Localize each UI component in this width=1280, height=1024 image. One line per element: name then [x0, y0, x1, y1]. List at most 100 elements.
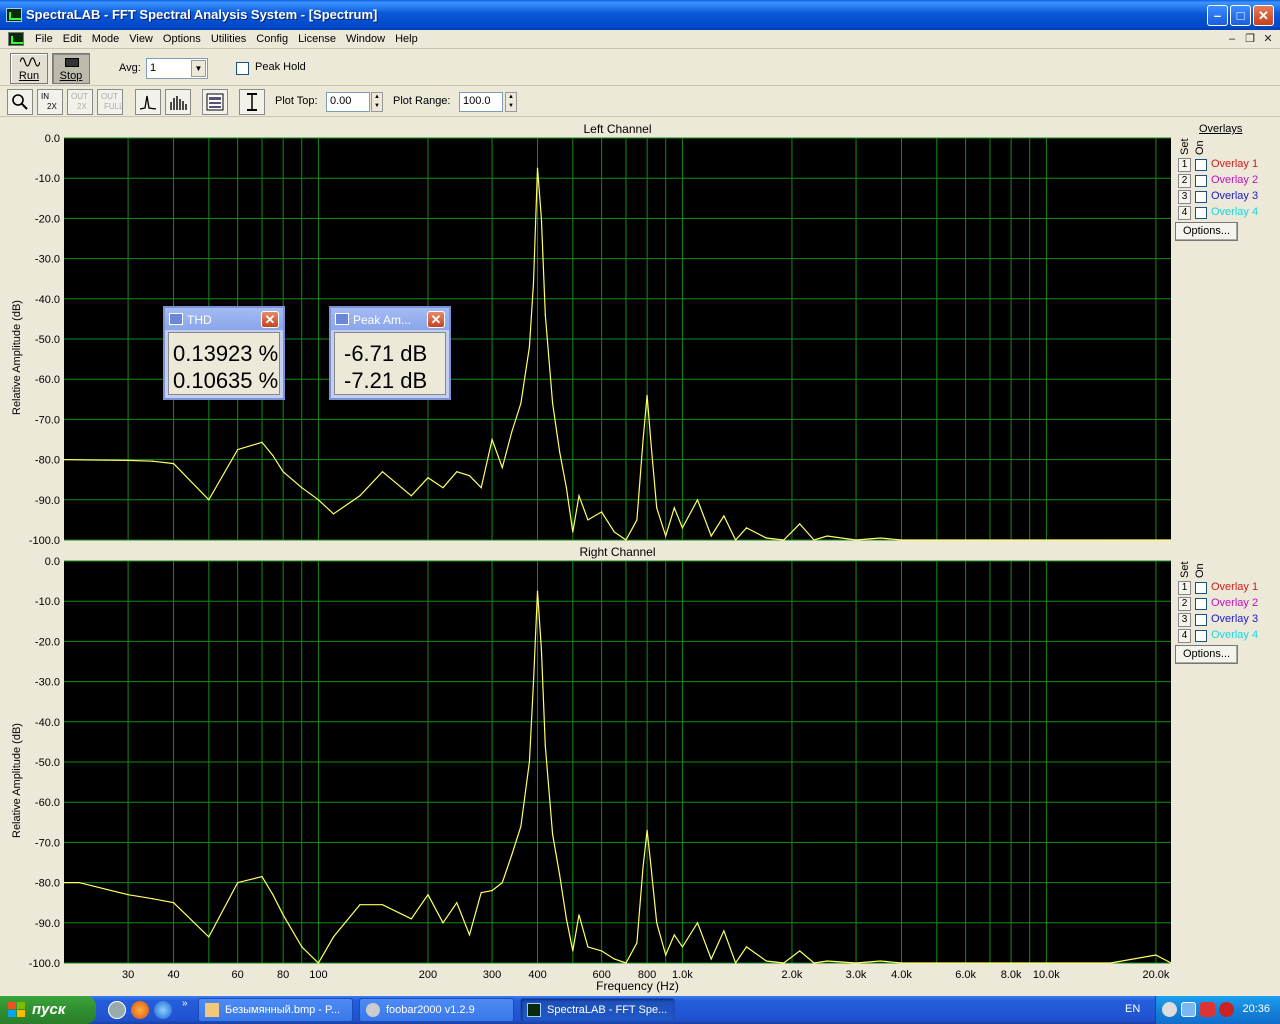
menu-options[interactable]: Options	[158, 32, 206, 47]
zoom-out-factor: 2X	[77, 102, 87, 111]
overlay-set-button[interactable]: 1	[1178, 581, 1191, 595]
menu-window[interactable]: Window	[341, 32, 390, 47]
task-foobar[interactable]: foobar2000 v1.2.9	[359, 998, 514, 1022]
overlay-on-checkbox[interactable]	[1195, 159, 1207, 171]
overlay-set-button[interactable]: 2	[1178, 174, 1191, 188]
overlay-on-checkbox[interactable]	[1195, 614, 1207, 626]
spectrum-point	[63, 459, 65, 461]
spectrum-point	[468, 934, 471, 936]
spectrum-point	[696, 922, 699, 924]
doc-minimize-button[interactable]: –	[1224, 32, 1240, 46]
zoom-out-full-button[interactable]: OUT FULL	[97, 89, 124, 115]
minimize-button[interactable]: –	[1207, 5, 1228, 26]
plot-title: Right Channel	[579, 545, 655, 559]
sine-wave-icon	[20, 57, 40, 67]
peak-hold-checkbox[interactable]	[236, 62, 249, 75]
y-tick-label: -100.0	[29, 535, 60, 547]
close-icon[interactable]: ✕	[261, 311, 279, 328]
spectrum-point	[696, 499, 699, 501]
tray-security-icon[interactable]	[1219, 1002, 1234, 1017]
run-button[interactable]: Run	[10, 53, 48, 84]
peak-titlebar[interactable]: Peak Am... ✕	[331, 308, 449, 330]
language-indicator[interactable]: EN	[1125, 1003, 1140, 1015]
close-icon[interactable]: ✕	[427, 311, 445, 328]
thd-title: THD	[187, 313, 212, 327]
thd-titlebar[interactable]: THD ✕	[165, 308, 283, 330]
plot-scale-button[interactable]	[239, 89, 265, 115]
spectrum-point	[656, 922, 658, 924]
stop-button[interactable]: Stop	[52, 53, 90, 84]
peak-amplitude-readout-window[interactable]: Peak Am... ✕ -6.71 dB -7.21 dB	[329, 306, 451, 400]
clock: 20:36	[1242, 1003, 1270, 1015]
plot-top-input[interactable]: 0.00	[326, 92, 370, 112]
chevron-down-icon[interactable]: ▼	[191, 60, 206, 77]
quicklaunch-more-icon[interactable]: »	[182, 998, 188, 1009]
spectrum-point	[528, 346, 531, 348]
tray-help-icon[interactable]	[1162, 1002, 1177, 1017]
plot-top-spinner[interactable]: ▲ ▼	[371, 92, 383, 112]
overlay-on-checkbox[interactable]	[1195, 175, 1207, 187]
thd-readout-window[interactable]: THD ✕ 0.13923 % 0.10635 %	[163, 306, 285, 400]
display-settings-button[interactable]	[202, 89, 228, 115]
overlay-on-checkbox[interactable]	[1195, 630, 1207, 642]
overlay-label: Overlay 1	[1211, 158, 1259, 170]
peak-value-left: -6.71 dB	[344, 341, 428, 366]
spectrum-point	[673, 934, 675, 936]
y-tick-label: -90.0	[35, 495, 60, 507]
plot-range-spinner[interactable]: ▲ ▼	[505, 92, 517, 112]
menu-config[interactable]: Config	[251, 32, 293, 47]
avg-select[interactable]: 1 ▼	[146, 58, 208, 79]
stop-icon	[65, 58, 79, 67]
menu-file[interactable]: File	[30, 32, 58, 47]
y-tick-label: -90.0	[35, 918, 60, 930]
spectrum-plots[interactable]: 0.0 -10.0 -20.0 -30.0 -40.0 -50.0 -60.0 -70.0 -8…	[4, 119, 1174, 996]
task-spectralab[interactable]: SpectraLAB - FFT Spe...	[520, 998, 675, 1022]
document-icon[interactable]	[8, 32, 24, 46]
y-tick-label: -80.0	[35, 455, 60, 467]
menu-edit[interactable]: Edit	[58, 32, 87, 47]
task-paint[interactable]: Безымянный.bmp - P...	[198, 998, 353, 1022]
zoom-tool-button[interactable]	[7, 89, 33, 115]
line-plot-button[interactable]	[135, 89, 161, 115]
internet-explorer-icon[interactable]	[154, 1001, 172, 1019]
start-button[interactable]: пуск	[0, 996, 96, 1024]
app-icon[interactable]	[6, 8, 22, 22]
spectrum-point	[127, 894, 129, 896]
menu-license[interactable]: License	[293, 32, 341, 47]
overlay-options-button-left[interactable]: Options...	[1175, 222, 1238, 241]
overlays-header: Overlays	[1199, 123, 1243, 135]
close-button[interactable]: ✕	[1253, 5, 1274, 26]
overlay-on-checkbox[interactable]	[1195, 598, 1207, 610]
maximize-button[interactable]: □	[1230, 5, 1251, 26]
spectrum-point	[151, 898, 154, 900]
spectrum-point	[650, 865, 652, 868]
overlay-on-checkbox[interactable]	[1195, 191, 1207, 203]
menu-help[interactable]: Help	[390, 32, 423, 47]
overlay-set-button[interactable]: 4	[1178, 206, 1191, 220]
quicklaunch-alien-icon[interactable]	[108, 1001, 126, 1019]
overlay-on-checkbox[interactable]	[1195, 207, 1207, 219]
menu-utilities[interactable]: Utilities	[206, 32, 251, 47]
spectrum-point	[1045, 962, 1047, 964]
tray-antivirus-icon[interactable]	[1200, 1002, 1215, 1017]
zoom-in-2x-button[interactable]: IN 2X	[37, 89, 63, 115]
firefox-icon[interactable]	[131, 1001, 149, 1019]
overlay-set-button[interactable]: 3	[1178, 613, 1191, 627]
menu-mode[interactable]: Mode	[87, 32, 125, 47]
overlay-set-button[interactable]: 4	[1178, 629, 1191, 643]
doc-close-button[interactable]: ✕	[1260, 32, 1276, 46]
overlay-set-button[interactable]: 1	[1178, 158, 1191, 172]
overlay-set-button[interactable]: 3	[1178, 190, 1191, 204]
zoom-out-text: OUT	[71, 92, 88, 101]
overlay-options-button-right[interactable]: Options...	[1175, 645, 1238, 664]
menu-view[interactable]: View	[124, 32, 158, 47]
spectrum-point	[578, 914, 580, 916]
tray-network-icon[interactable]	[1181, 1002, 1196, 1017]
bar-plot-button[interactable]	[165, 89, 191, 115]
zoom-out-2x-button[interactable]: OUT 2X	[67, 89, 93, 115]
y-tick-label: 0.0	[45, 556, 60, 568]
overlay-set-button[interactable]: 2	[1178, 597, 1191, 611]
doc-restore-button[interactable]: ❐	[1242, 32, 1258, 46]
plot-range-input[interactable]: 100.0	[459, 92, 503, 112]
overlay-on-checkbox[interactable]	[1195, 582, 1207, 594]
